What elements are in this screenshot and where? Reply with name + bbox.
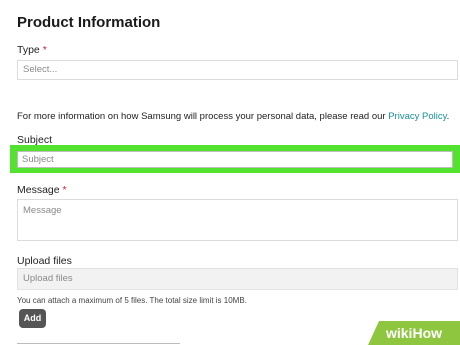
divider <box>17 343 180 344</box>
message-label-text: Message <box>17 184 60 196</box>
subject-input[interactable]: Subject <box>17 151 453 168</box>
upload-files-input[interactable]: Upload files <box>17 268 458 290</box>
type-required-mark: * <box>42 44 47 56</box>
type-select[interactable]: Select... <box>17 60 458 80</box>
message-placeholder: Message <box>23 205 62 216</box>
subject-placeholder: Subject <box>22 154 54 165</box>
type-label-text: Type <box>17 44 40 56</box>
privacy-notice-suffix: . <box>446 111 450 122</box>
wikihow-logo-wiki: wiki <box>385 325 413 341</box>
privacy-policy-link[interactable]: Privacy Policy <box>388 111 446 122</box>
type-select-placeholder: Select... <box>23 64 58 75</box>
upload-label: Upload files <box>17 255 72 267</box>
type-label: Type * <box>17 44 47 56</box>
upload-limit-hint: You can attach a maximum of 5 files. The… <box>17 296 247 305</box>
privacy-notice-text: For more information on how Samsung will… <box>17 111 389 122</box>
privacy-notice: For more information on how Samsung will… <box>17 111 449 122</box>
message-label: Message * <box>17 184 67 196</box>
wikihow-logo: wikiHow <box>368 321 460 345</box>
wikihow-logo-how: How <box>412 325 443 341</box>
section-title: Product Information <box>17 14 161 31</box>
add-button[interactable]: Add <box>19 309 46 328</box>
message-textarea[interactable]: Message <box>17 199 458 241</box>
message-required-mark: * <box>62 184 67 196</box>
upload-placeholder: Upload files <box>23 273 73 284</box>
